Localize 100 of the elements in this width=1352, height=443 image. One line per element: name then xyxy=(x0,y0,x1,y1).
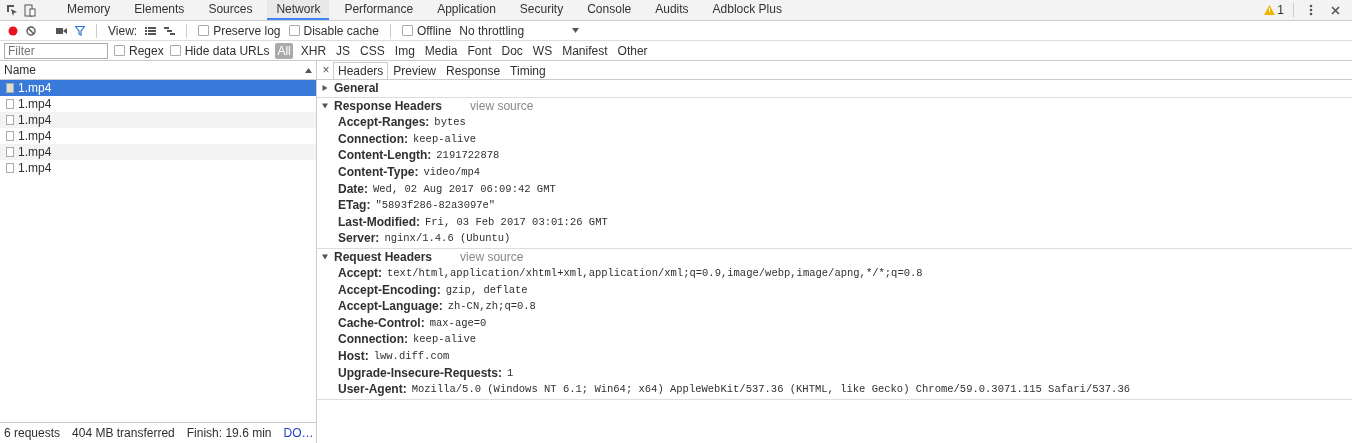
header-name: Accept-Ranges: xyxy=(338,115,430,130)
header-value: text/html,application/xhtml+xml,application/xml;q=0.9,image/webp,image/apng,*/*;q=0.8 xyxy=(387,267,923,280)
request-row[interactable]: 1.mp4 xyxy=(0,80,316,96)
panel-tab[interactable]: Security xyxy=(510,0,573,20)
panel-tab[interactable]: Console xyxy=(578,0,641,20)
panel-tab[interactable]: Performance xyxy=(335,0,423,20)
checkbox-label: Hide data URLs xyxy=(184,43,270,58)
header-name: Last-Modified: xyxy=(338,214,420,229)
panel-tab[interactable]: Application xyxy=(428,0,505,20)
panel-tab[interactable]: Network xyxy=(267,0,330,20)
disclosure-icon[interactable] xyxy=(322,253,328,260)
inspect-icon[interactable] xyxy=(6,4,18,16)
close-icon[interactable] xyxy=(1331,5,1340,15)
header-value: Wed, 02 Aug 2017 06:09:42 GMT xyxy=(373,182,556,195)
panel-tab[interactable]: Memory xyxy=(58,0,120,20)
type-filter[interactable]: WS xyxy=(530,42,555,59)
warning-icon xyxy=(1264,5,1276,15)
checkbox[interactable] xyxy=(401,25,413,36)
request-row[interactable]: 1.mp4 xyxy=(0,144,316,160)
list-view-icon[interactable] xyxy=(145,26,157,35)
request-name: 1.mp4 xyxy=(18,113,52,127)
header-value: Fri, 03 Feb 2017 03:01:26 GMT xyxy=(425,215,608,228)
detail-tab[interactable]: Headers xyxy=(333,62,389,79)
device-icon[interactable] xyxy=(24,3,36,17)
header-value: bytes xyxy=(434,116,466,129)
checkbox[interactable] xyxy=(169,45,181,56)
type-filter[interactable]: CSS xyxy=(358,42,387,59)
panel-tab[interactable]: Sources xyxy=(199,0,262,20)
view-label: View: xyxy=(108,23,138,38)
header-name: Accept: xyxy=(338,266,382,281)
checkbox-label: Offline xyxy=(416,23,452,38)
detail-tab[interactable]: Timing xyxy=(505,62,551,79)
request-name: 1.mp4 xyxy=(18,81,52,95)
header-name: Cache-Control: xyxy=(338,315,425,330)
detail-tab[interactable]: Preview xyxy=(388,62,442,79)
disclosure-icon[interactable] xyxy=(322,103,328,109)
header-name: Accept-Encoding: xyxy=(338,282,441,297)
header-value: "5893f286-82a3097e" xyxy=(375,199,496,212)
panel-tab[interactable]: Audits xyxy=(646,0,698,20)
type-filter[interactable]: Doc xyxy=(499,42,525,59)
camera-icon[interactable] xyxy=(56,26,67,35)
request-name: 1.mp4 xyxy=(18,145,52,159)
status-text: 6 requests xyxy=(4,426,61,440)
checkbox[interactable] xyxy=(288,25,300,36)
record-icon[interactable] xyxy=(8,25,18,36)
type-filter[interactable]: Font xyxy=(465,42,494,59)
caret-icon[interactable] xyxy=(572,28,580,33)
warning-count[interactable]: 1 xyxy=(1277,3,1284,17)
header-name: Connection: xyxy=(338,332,408,347)
filter-icon[interactable] xyxy=(75,25,85,36)
header-value: gzip, deflate xyxy=(445,283,528,296)
header-name: Content-Length: xyxy=(338,148,432,163)
more-icon[interactable] xyxy=(1309,4,1313,16)
panel-tab[interactable]: Elements xyxy=(125,0,194,20)
sort-icon[interactable] xyxy=(305,67,312,73)
type-filter[interactable]: JS xyxy=(334,42,353,59)
header-value: keep-alive xyxy=(413,333,476,346)
checkbox[interactable] xyxy=(114,45,125,56)
column-header[interactable]: Name xyxy=(4,63,36,77)
header-value: zh-CN,zh;q=0.8 xyxy=(447,300,536,313)
checkbox-label: Disable cache xyxy=(303,23,379,38)
header-name: Host: xyxy=(338,349,369,363)
header-name: Server: xyxy=(338,231,380,246)
request-name: 1.mp4 xyxy=(18,161,52,175)
header-value: lww.diff.com xyxy=(373,350,450,362)
section-title[interactable]: Request Headers xyxy=(334,249,433,264)
status-link[interactable]: DO… xyxy=(283,426,314,440)
header-name: ETag: xyxy=(338,198,371,213)
section-title[interactable]: Response Headers xyxy=(334,99,443,113)
header-name: Date: xyxy=(338,181,368,196)
type-filter[interactable]: XHR xyxy=(298,42,329,59)
request-name: 1.mp4 xyxy=(18,97,52,111)
type-filter[interactable]: Other xyxy=(615,42,650,59)
disclosure-icon[interactable] xyxy=(322,85,328,91)
throttling-dropdown[interactable]: No throttling xyxy=(459,23,565,38)
header-name: Connection: xyxy=(338,131,408,146)
header-value: 2191722878 xyxy=(436,149,500,162)
detail-tab[interactable]: Response xyxy=(441,62,506,79)
section-title[interactable]: General xyxy=(334,81,379,95)
header-name: Content-Type: xyxy=(338,165,419,180)
request-row[interactable]: 1.mp4 xyxy=(0,112,316,128)
checkbox-label: Regex xyxy=(129,43,164,58)
checkbox-label: Preserve log xyxy=(213,23,281,38)
type-filter[interactable]: Img xyxy=(392,42,417,59)
checkbox[interactable] xyxy=(198,25,210,36)
status-text: 404 MB transferred xyxy=(72,426,175,440)
header-value: video/mp4 xyxy=(423,166,481,179)
clear-icon[interactable] xyxy=(26,25,36,36)
status-text: Finish: 19.6 min xyxy=(186,426,272,440)
waterfall-view-icon[interactable] xyxy=(164,26,176,35)
view-source-link[interactable]: view source xyxy=(470,99,534,113)
view-source-link[interactable]: view source xyxy=(460,249,524,264)
close-button[interactable]: × xyxy=(319,63,333,77)
header-name: Upgrade-Insecure-Requests: xyxy=(338,365,503,380)
type-filter[interactable]: Manifest xyxy=(560,42,610,59)
panel-tab[interactable]: Adblock Plus xyxy=(703,0,791,20)
header-value: 1 xyxy=(507,366,514,379)
filter-field[interactable]: Filter xyxy=(4,42,108,59)
type-filter[interactable]: Media xyxy=(422,42,460,59)
header-value: max-age=0 xyxy=(429,316,487,329)
